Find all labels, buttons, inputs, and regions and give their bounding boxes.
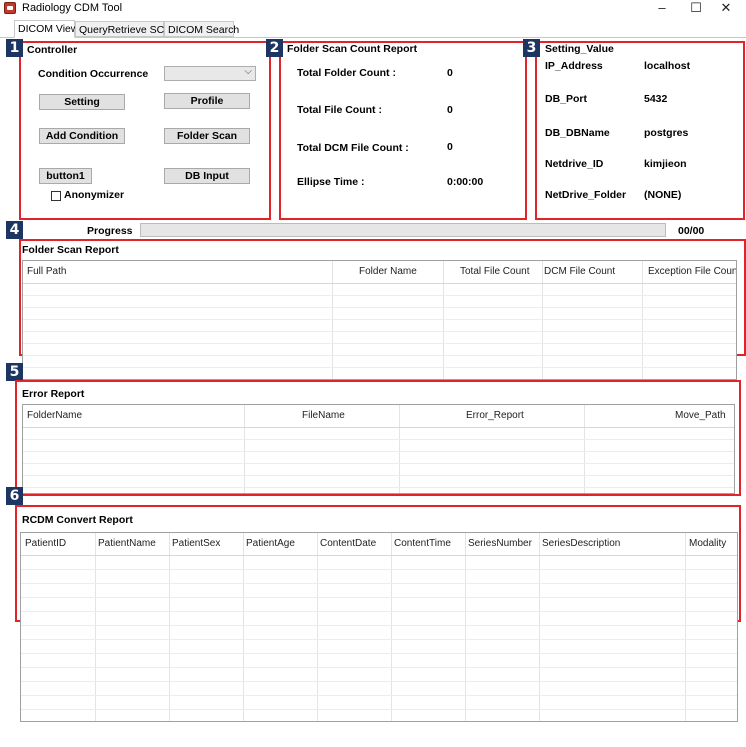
ip-address-label: IP_Address <box>545 60 603 72</box>
condition-occurrence-select[interactable]: ⌵ <box>164 66 256 81</box>
column-header-contenttime[interactable]: ContentTime <box>394 533 464 555</box>
total-dcm-file-count-value: 0 <box>447 141 453 153</box>
progress-label: Progress <box>87 225 133 237</box>
app-icon <box>4 2 16 14</box>
netdrive-id-label: Netdrive_ID <box>545 158 604 170</box>
total-folder-count-value: 0 <box>447 67 453 79</box>
tab-dicom-search[interactable]: DICOM Search <box>164 21 239 37</box>
column-header-seriesnumber[interactable]: SeriesNumber <box>468 533 538 555</box>
badge-4: 4 <box>6 221 23 239</box>
db-input-button[interactable]: DB Input <box>164 168 250 184</box>
minimize-button[interactable]: – <box>648 0 676 17</box>
column-header-error-report[interactable]: Error_Report <box>466 405 566 427</box>
column-header-move-path[interactable]: Move_Path <box>675 405 734 427</box>
rcdm-report-grid[interactable]: PatientID PatientName PatientSex Patient… <box>20 532 738 722</box>
condition-occurrence-label: Condition Occurrence <box>38 68 149 80</box>
progress-bar <box>140 223 666 237</box>
netdrive-id-value: kimjieon <box>644 158 687 170</box>
ip-address-value: localhost <box>644 60 691 72</box>
window-title: Radiology CDM Tool <box>22 2 123 14</box>
close-button[interactable]: ✕ <box>712 0 740 17</box>
total-file-count-value: 0 <box>447 104 453 116</box>
column-header-folder-name[interactable]: Folder Name <box>359 261 459 283</box>
anonymizer-label: Anonymizer <box>64 189 125 201</box>
total-folder-count-label: Total Folder Count : <box>297 67 396 79</box>
total-dcm-file-count-label: Total DCM File Count : <box>297 142 409 154</box>
badge-2: 2 <box>266 39 283 57</box>
column-header-modality[interactable]: Modality <box>689 533 737 555</box>
column-header-patientid[interactable]: PatientID <box>25 533 93 555</box>
setting-button[interactable]: Setting <box>39 94 125 110</box>
scan-count-title: Folder Scan Count Report <box>287 43 418 55</box>
column-header-patientname[interactable]: PatientName <box>98 533 168 555</box>
rcdm-report-title: RCDM Convert Report <box>22 514 133 526</box>
profile-button[interactable]: Profile <box>164 93 250 109</box>
settings-title: Setting_Value <box>545 43 614 55</box>
folder-scan-report-grid[interactable]: Full Path Folder Name Total File Count D… <box>22 260 737 380</box>
column-header-contentdate[interactable]: ContentDate <box>320 533 390 555</box>
column-header-exception-file-count[interactable]: Exception File Coun <box>648 261 736 283</box>
folder-scan-report-title: Folder Scan Report <box>22 244 119 256</box>
db-dbname-value: postgres <box>644 127 689 139</box>
button1-button[interactable]: button1 <box>39 168 92 184</box>
db-dbname-label: DB_DBName <box>545 127 610 139</box>
error-report-title: Error Report <box>22 388 85 400</box>
column-header-foldername[interactable]: FolderName <box>27 405 227 427</box>
column-header-seriesdescription[interactable]: SeriesDescription <box>542 533 682 555</box>
column-header-patientage[interactable]: PatientAge <box>246 533 316 555</box>
chevron-down-icon: ⌵ <box>244 66 252 77</box>
ellipse-time-value: 0:00:00 <box>447 176 484 188</box>
column-header-full-path[interactable]: Full Path <box>27 261 327 283</box>
column-header-patientsex[interactable]: PatientSex <box>172 533 242 555</box>
ellipse-time-label: Ellipse Time : <box>297 176 365 188</box>
anonymizer-checkbox[interactable] <box>51 191 61 201</box>
tab-queryretrieve-scu[interactable]: QueryRetrieve SCU <box>75 21 172 37</box>
column-header-dcm-file-count[interactable]: DCM File Count <box>544 261 644 283</box>
total-file-count-label: Total File Count : <box>297 104 382 116</box>
folder-scan-button[interactable]: Folder Scan <box>164 128 250 144</box>
badge-1: 1 <box>6 39 23 57</box>
tab-dicom-view[interactable]: DICOM View <box>14 20 78 38</box>
badge-3: 3 <box>523 39 540 57</box>
title-bar: Radiology CDM Tool – ☐ ✕ <box>0 0 746 18</box>
db-port-label: DB_Port <box>545 93 588 105</box>
maximize-button[interactable]: ☐ <box>682 0 710 17</box>
progress-count: 00/00 <box>678 225 705 237</box>
netdrive-folder-value: (NONE) <box>644 189 682 201</box>
db-port-value: 5432 <box>644 93 668 105</box>
error-report-grid[interactable]: FolderName FileName Error_Report Move_Pa… <box>22 404 735 494</box>
column-header-filename[interactable]: FileName <box>302 405 402 427</box>
add-condition-button[interactable]: Add Condition <box>39 128 125 144</box>
badge-5: 5 <box>6 363 23 381</box>
badge-6: 6 <box>6 487 23 505</box>
netdrive-folder-label: NetDrive_Folder <box>545 189 627 201</box>
controller-title: Controller <box>27 44 78 56</box>
